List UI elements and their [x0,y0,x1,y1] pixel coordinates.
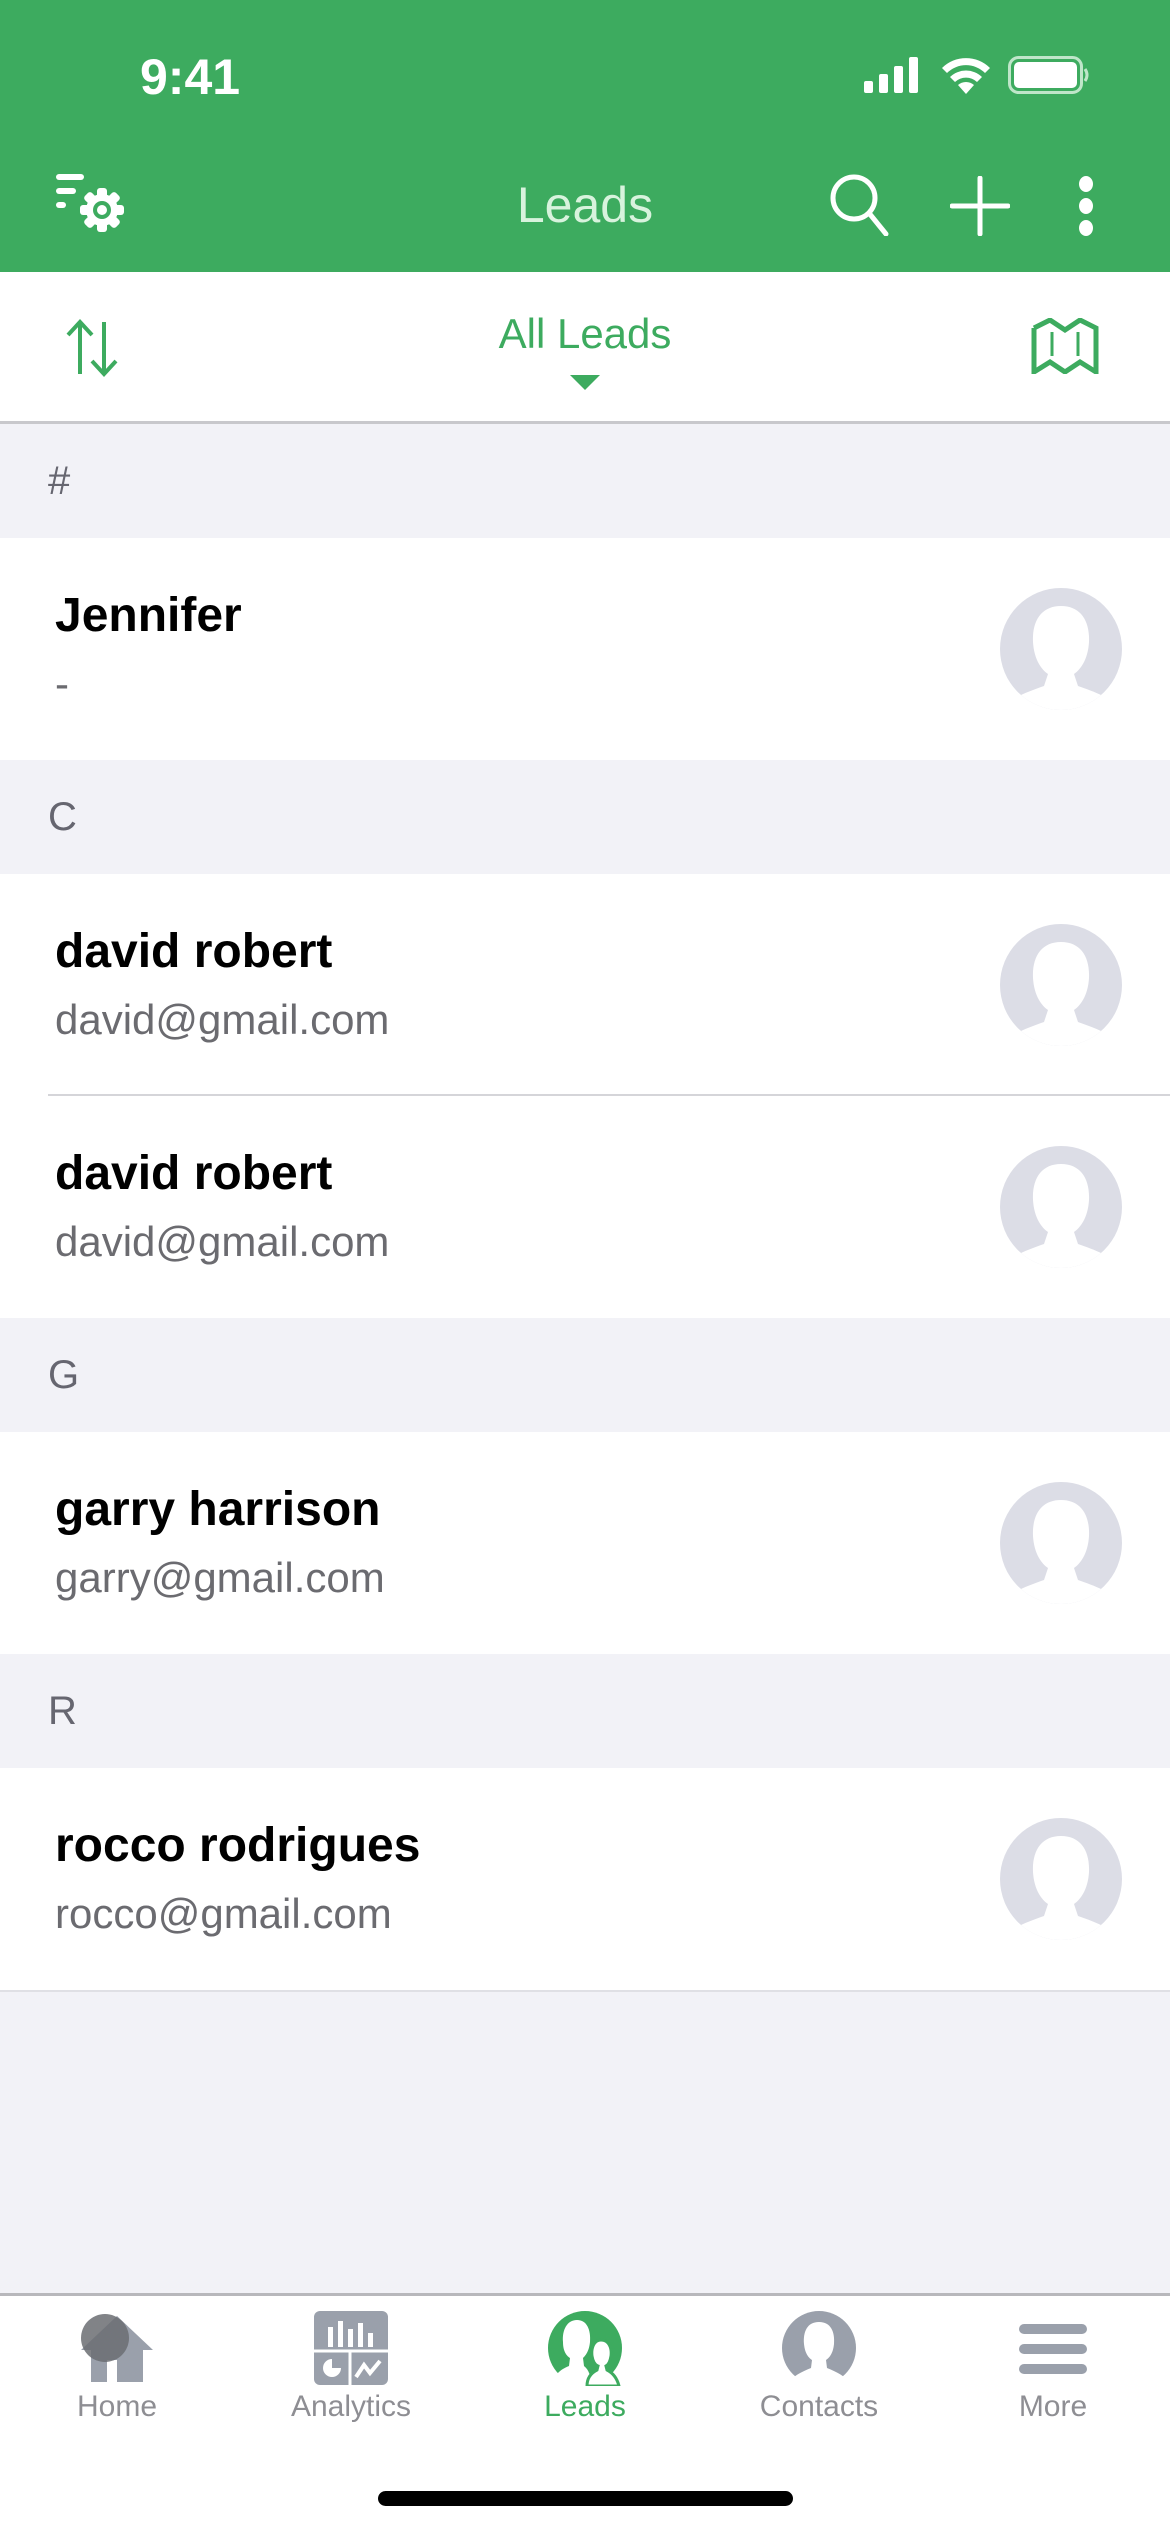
section-header-r: R [0,1654,1170,1768]
person-placeholder-icon [1000,1164,1122,1268]
search-button[interactable] [828,172,892,236]
leads-screen: 9:41 Leads All Leads # Jennifer - C davi… [0,0,1170,2532]
avatar [1000,588,1122,710]
analytics-icon [314,2311,388,2385]
person-placeholder-icon [1000,942,1122,1046]
lead-row[interactable]: rocco rodrigues rocco@gmail.com [0,1768,1170,1990]
battery-icon [1008,56,1089,94]
search-icon [830,174,889,236]
lead-name: rocco rodrigues [55,1819,421,1872]
leads-icon [548,2311,622,2386]
leads-list: # Jennifer - C david robert david@gmail.… [0,424,1170,1992]
list-end-divider [0,1990,1170,1992]
menu-icon [1019,2324,1087,2374]
tab-label: Home [76,2390,158,2423]
filter-bar: All Leads [0,272,1170,424]
lead-name: garry harrison [55,1483,381,1536]
caret-down-icon[interactable] [570,375,600,390]
avatar [1000,1818,1122,1940]
sort-icon [66,319,118,377]
status-time: 9:41 [140,49,241,105]
map-view-button[interactable] [1030,317,1100,379]
status-icons [864,56,1090,94]
lead-email: david@gmail.com [55,996,390,1043]
filter-label[interactable]: All Leads [0,310,1170,358]
tab-leads[interactable]: Leads [468,2296,702,2446]
app-header: 9:41 Leads [0,0,1170,272]
lead-name: david robert [55,925,333,978]
lead-row[interactable]: david robert david@gmail.com [0,874,1170,1096]
avatar [1000,1482,1122,1604]
lead-row[interactable]: Jennifer - [0,538,1170,760]
tab-more[interactable]: More [936,2296,1170,2446]
map-icon [1031,317,1099,377]
tab-label: Leads [544,2390,626,2423]
section-header-g: G [0,1318,1170,1432]
plus-icon [950,176,1010,236]
lead-name: david robert [55,1147,333,1200]
add-lead-button[interactable] [950,176,1010,236]
avatar [1000,1146,1122,1268]
lead-email: david@gmail.com [55,1218,390,1265]
more-vertical-icon [1079,176,1093,236]
more-options-button[interactable] [1072,176,1100,236]
person-placeholder-icon [1000,606,1122,710]
cellular-signal-icon [864,57,918,93]
wifi-icon [942,58,990,94]
tab-label: Contacts [759,2390,879,2423]
person-placeholder-icon [1000,1500,1122,1604]
tab-home[interactable]: Home [0,2296,234,2446]
lead-email: - [55,660,69,707]
lead-email: rocco@gmail.com [55,1890,392,1937]
tab-label: More [1018,2390,1088,2423]
home-icon [81,2314,153,2382]
section-header-c: C [0,760,1170,874]
lead-email: garry@gmail.com [55,1554,385,1601]
home-indicator[interactable] [378,2491,793,2506]
tab-label: Analytics [290,2390,412,2423]
contacts-icon [782,2311,856,2386]
sort-button[interactable] [62,318,122,383]
lead-row[interactable]: david robert david@gmail.com [0,1096,1170,1318]
tab-contacts[interactable]: Contacts [702,2296,936,2446]
lead-row[interactable]: garry harrison garry@gmail.com [0,1432,1170,1654]
lead-name: Jennifer [55,589,242,642]
section-header-hash: # [0,424,1170,538]
tab-analytics[interactable]: Analytics [234,2296,468,2446]
avatar [1000,924,1122,1046]
person-placeholder-icon [1000,1836,1122,1940]
